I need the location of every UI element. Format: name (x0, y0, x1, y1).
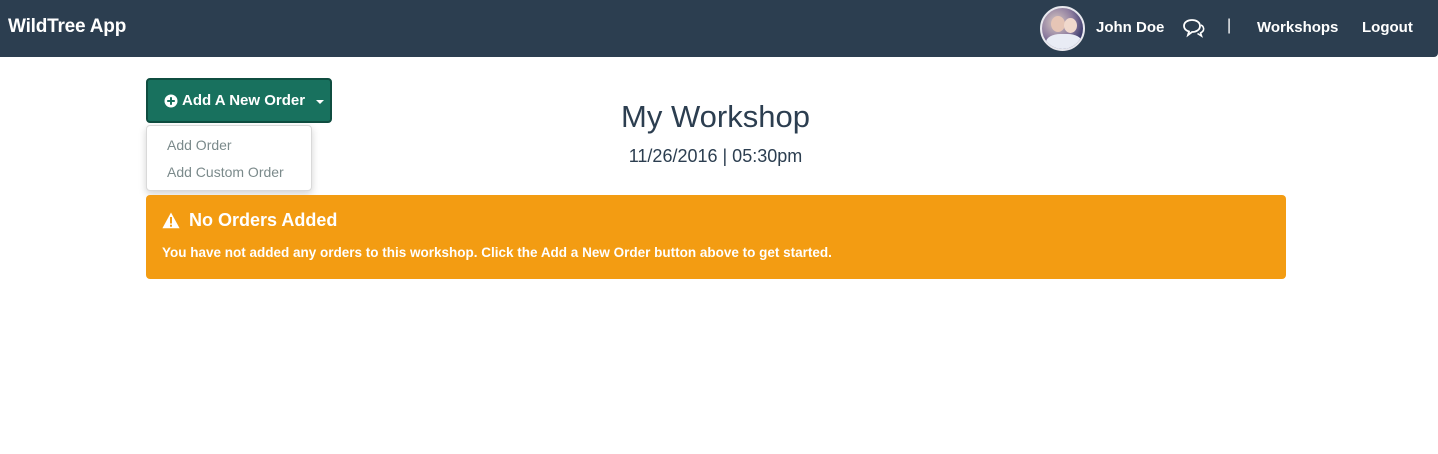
chat-icon[interactable] (1181, 18, 1205, 38)
logout-link[interactable]: Logout (1362, 19, 1413, 36)
user-avatar[interactable] (1040, 6, 1085, 51)
top-navbar: WildTree App John Doe | Workshops Logout (0, 0, 1438, 57)
avatar-shirt (1046, 34, 1082, 49)
alert-title: No Orders Added (189, 210, 338, 230)
avatar-face-left (1051, 16, 1065, 32)
app-brand[interactable]: WildTree App (8, 16, 126, 38)
workshop-date-time: 11/26/2016 | 05:30pm (628, 146, 803, 166)
alert-message-emphasis: Add a New Order (540, 245, 651, 260)
no-orders-alert: No Orders Added You have not added any o… (146, 195, 1286, 279)
user-name-link[interactable]: John Doe (1096, 19, 1164, 36)
page-title: My Workshop (621, 99, 810, 134)
nav-divider: | (1227, 17, 1232, 34)
workshops-link[interactable]: Workshops (1257, 19, 1338, 36)
avatar-face-right (1064, 18, 1077, 33)
alert-message: You have not added any orders to this wo… (162, 245, 832, 260)
warning-icon (162, 212, 180, 229)
alert-message-start: You have not added any orders to this wo… (162, 245, 541, 260)
alert-message-end: button above to get started. (650, 245, 832, 260)
